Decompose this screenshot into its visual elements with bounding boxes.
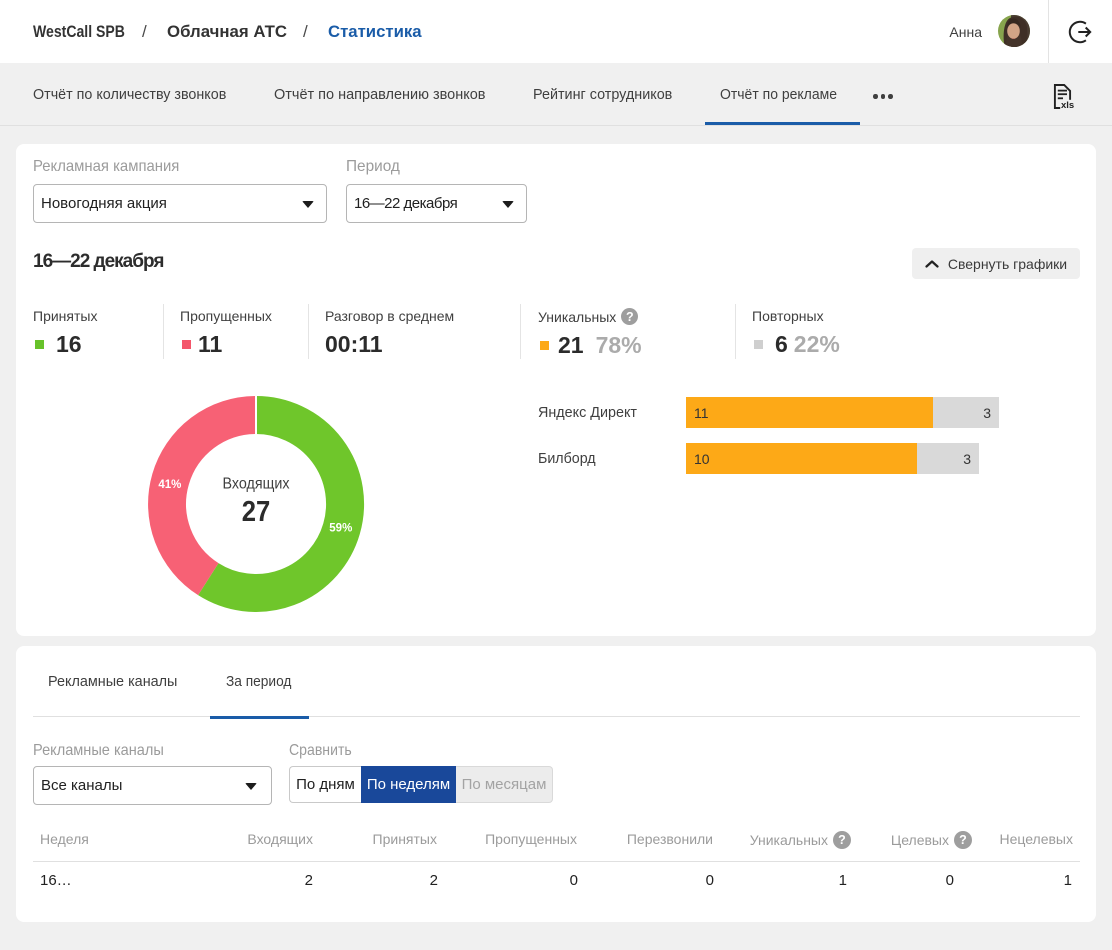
svg-text:Входящих: Входящих (223, 476, 290, 493)
svg-text:41%: 41% (158, 479, 181, 491)
svg-text:27: 27 (242, 496, 271, 528)
svg-text:59%: 59% (329, 523, 352, 535)
